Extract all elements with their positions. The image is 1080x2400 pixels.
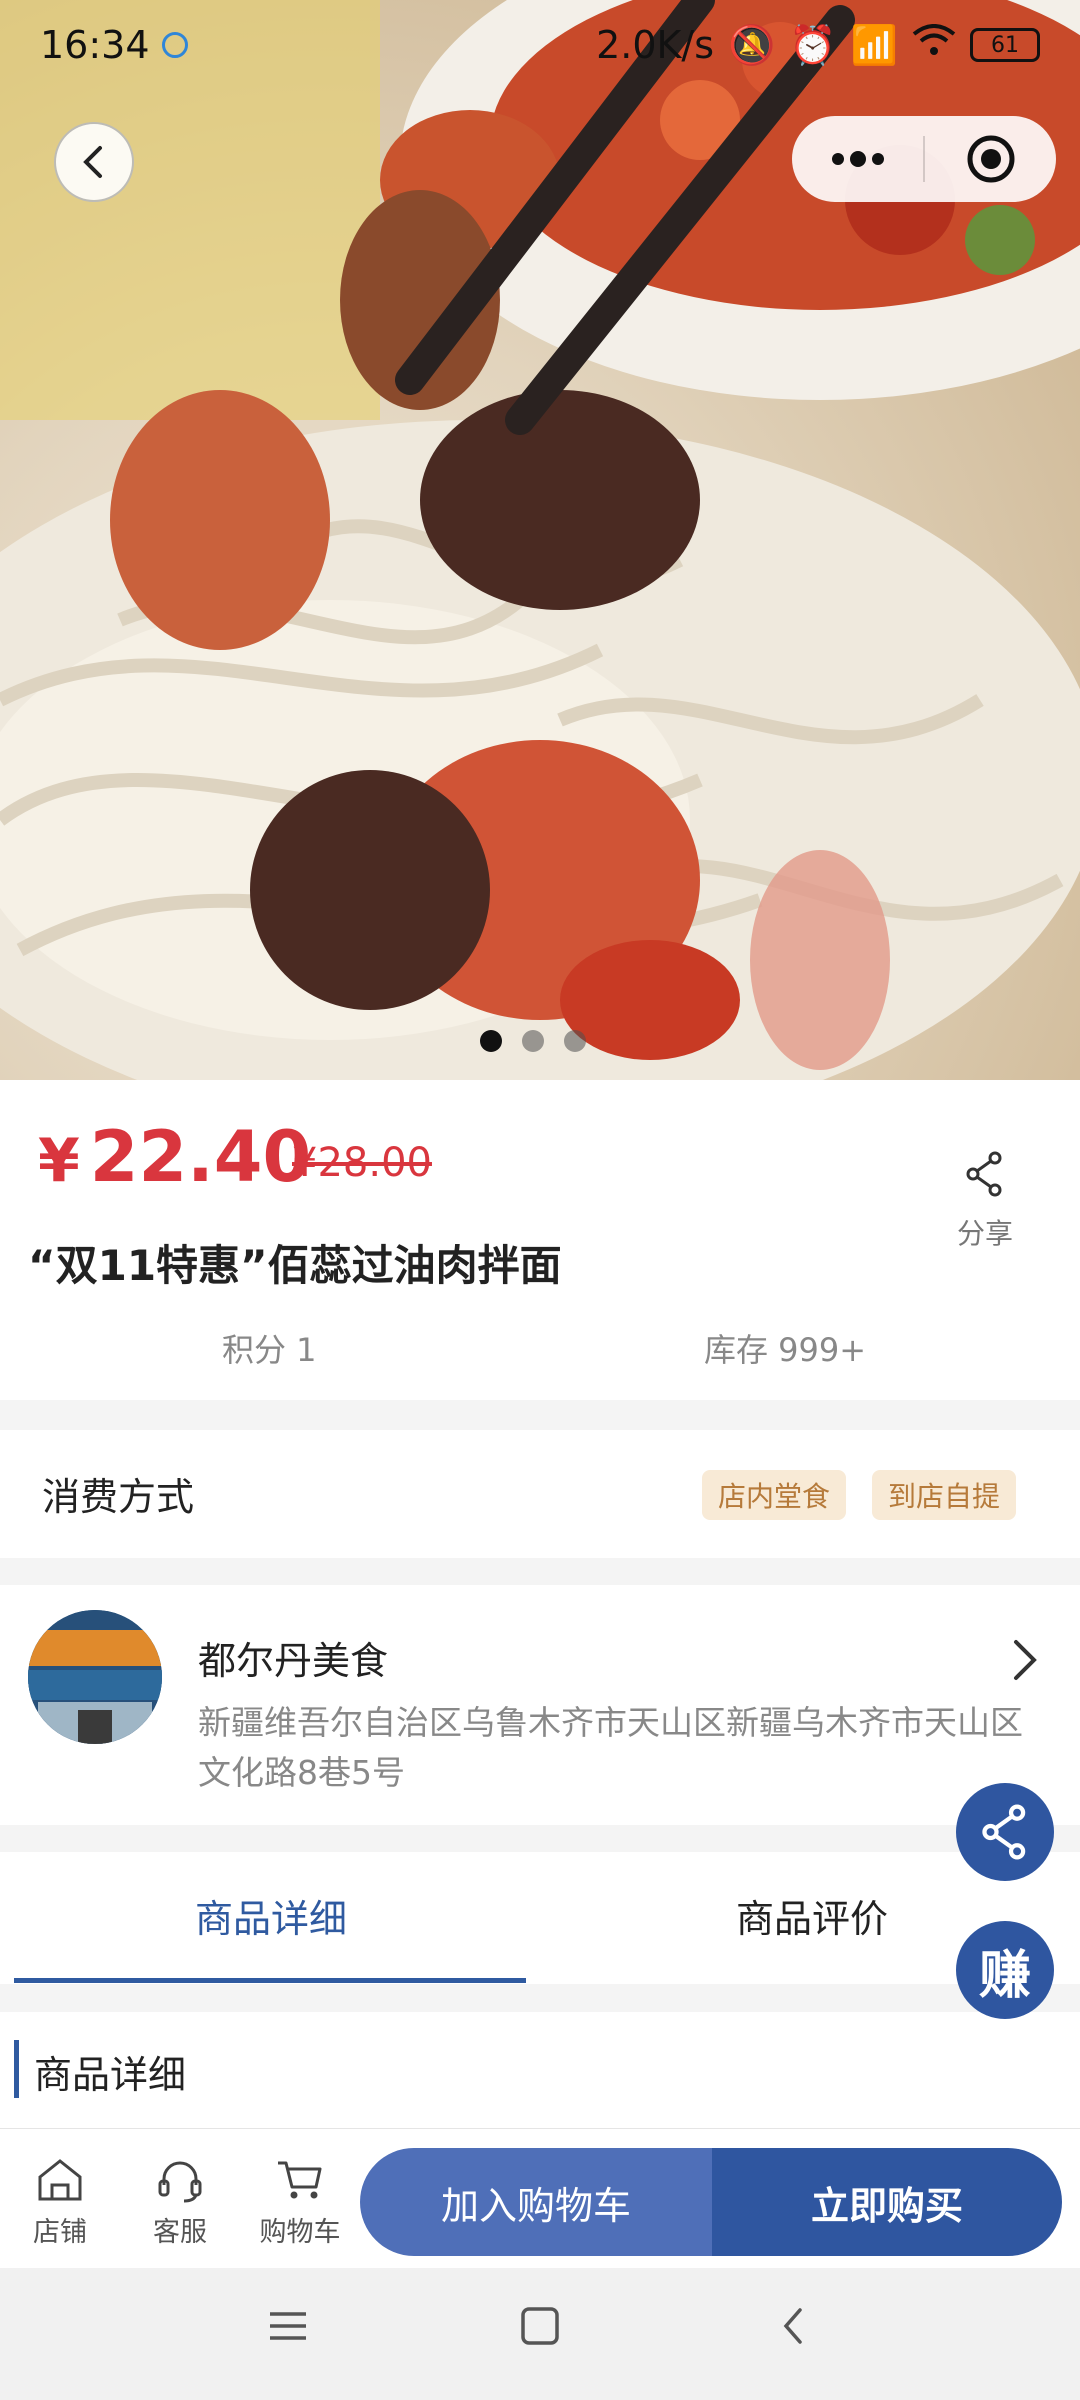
original-price: ¥28.00 bbox=[292, 1140, 432, 1186]
share-icon bbox=[982, 1804, 1026, 1860]
section-accent-bar bbox=[14, 2040, 19, 2098]
wifi-icon bbox=[912, 23, 956, 67]
tab-product-detail[interactable]: 商品详细 bbox=[195, 1888, 347, 1943]
battery-icon: 61 bbox=[970, 28, 1040, 62]
active-tab-indicator bbox=[14, 1978, 526, 1983]
gallery-dot bbox=[564, 1030, 586, 1052]
store-avatar bbox=[28, 1610, 162, 1744]
nav-cart-label: 购物车 bbox=[259, 2217, 341, 2248]
notification-icon bbox=[161, 32, 188, 58]
consumption-label: 消费方式 bbox=[42, 1475, 195, 1519]
share-button[interactable]: 分享 bbox=[940, 1150, 1030, 1252]
clock: 16:34 bbox=[40, 23, 150, 67]
product-title: “双11特惠”佰蕊过油肉拌面 bbox=[28, 1241, 562, 1290]
miniprogram-capsule bbox=[792, 116, 1056, 202]
signal-icon: 📶 bbox=[850, 22, 898, 67]
close-miniprogram-button[interactable] bbox=[925, 116, 1056, 202]
store-detail-button[interactable] bbox=[1010, 1638, 1040, 1686]
tab-product-reviews[interactable]: 商品评价 bbox=[736, 1888, 888, 1943]
store-address: 新疆维吾尔自治区乌鲁木齐市天山区新疆乌木齐市天山区文化路8巷5号 bbox=[198, 1703, 1023, 1792]
mute-icon: 🔕 bbox=[728, 22, 776, 67]
nav-service-label: 客服 bbox=[153, 2217, 207, 2248]
store-icon bbox=[10, 2150, 110, 2210]
tag-pickup: 到店自提 bbox=[872, 1470, 1017, 1520]
earn-button[interactable]: 赚 bbox=[956, 1921, 1054, 2019]
chevron-right-icon bbox=[1014, 1640, 1037, 1680]
alarm-icon: ⏰ bbox=[789, 22, 837, 67]
system-back-button[interactable] bbox=[774, 2306, 814, 2350]
floating-share-button[interactable] bbox=[956, 1783, 1054, 1881]
store-name: 都尔丹美食 bbox=[198, 1639, 389, 1683]
square-icon bbox=[521, 2307, 559, 2345]
menu-button[interactable] bbox=[268, 2306, 308, 2350]
tag-dine-in: 店内堂食 bbox=[702, 1470, 847, 1520]
buy-now-button[interactable]: 立即购买 bbox=[712, 2148, 1062, 2256]
currency-symbol: ¥ bbox=[38, 1126, 80, 1196]
gallery-indicator bbox=[480, 1030, 586, 1052]
nav-store-label: 店铺 bbox=[33, 2217, 87, 2248]
nav-cart[interactable]: 购物车 bbox=[250, 2150, 350, 2249]
price-value: 22.40 bbox=[89, 1116, 312, 1198]
nav-customer-service[interactable]: 客服 bbox=[130, 2150, 230, 2249]
back-button[interactable] bbox=[54, 122, 134, 202]
stock-info: 库存 999+ bbox=[704, 1331, 867, 1369]
gallery-dot bbox=[480, 1030, 502, 1052]
status-bar: 16:34 2.0K/s 🔕 ⏰ 📶 61 bbox=[0, 0, 1080, 90]
hamburger-icon bbox=[270, 2312, 306, 2340]
tab-bar bbox=[0, 1852, 1080, 1984]
nav-store[interactable]: 店铺 bbox=[10, 2150, 110, 2249]
cart-icon bbox=[250, 2150, 350, 2210]
more-button[interactable] bbox=[792, 116, 923, 202]
current-price: ¥22.40 bbox=[38, 1116, 311, 1198]
headset-icon bbox=[130, 2150, 230, 2210]
gallery-dot bbox=[522, 1030, 544, 1052]
home-button[interactable] bbox=[520, 2306, 560, 2350]
chevron-left-icon bbox=[783, 2308, 802, 2344]
chevron-left-icon bbox=[83, 146, 102, 178]
detail-section-title: 商品详细 bbox=[34, 2053, 187, 2097]
more-dots-icon bbox=[831, 151, 884, 167]
points-info: 积分 1 bbox=[222, 1331, 317, 1369]
share-icon bbox=[966, 1151, 1002, 1197]
target-icon bbox=[967, 135, 1014, 183]
add-to-cart-button[interactable]: 加入购物车 bbox=[360, 2148, 712, 2256]
share-label: 分享 bbox=[956, 1217, 1013, 1250]
net-speed: 2.0K/s bbox=[596, 23, 715, 67]
